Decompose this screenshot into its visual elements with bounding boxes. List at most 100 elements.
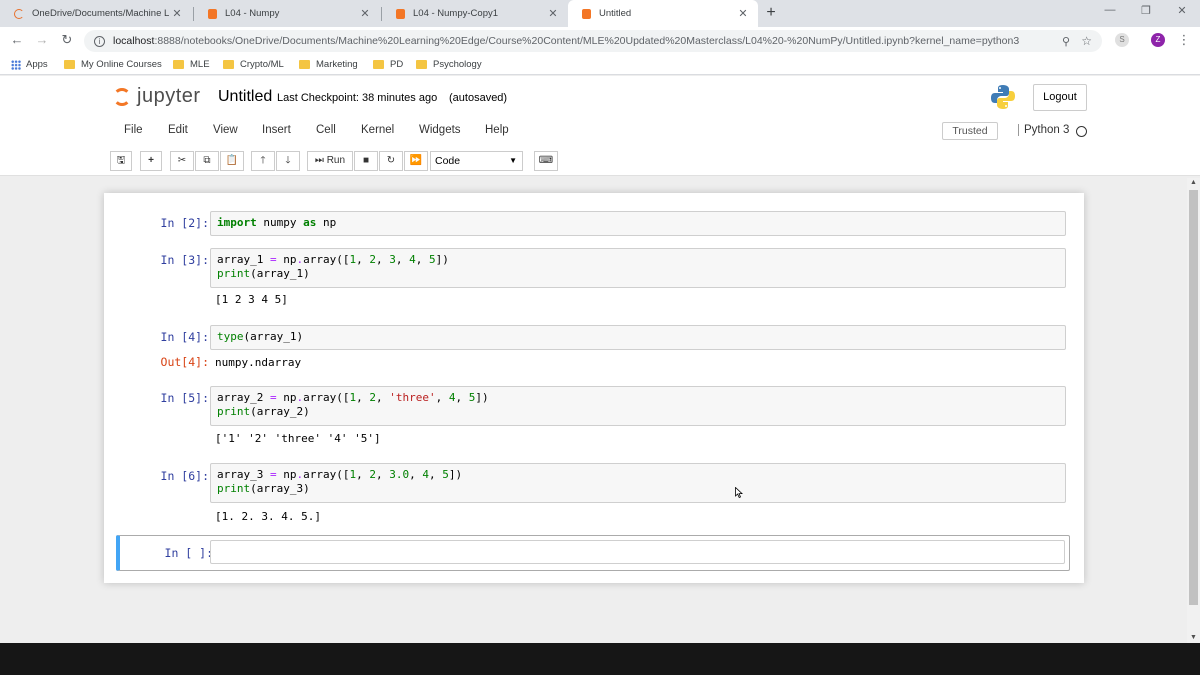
menu-cell[interactable]: Cell — [316, 124, 336, 136]
folder-icon — [173, 60, 184, 69]
folder-icon — [299, 60, 310, 69]
profile-avatar[interactable]: Z — [1151, 33, 1165, 47]
move-down-icon[interactable]: 🡓 — [276, 151, 300, 171]
scroll-down-icon[interactable]: ▼ — [1187, 633, 1200, 643]
checkpoint-status: Last Checkpoint: 38 minutes ago — [277, 92, 438, 104]
selected-code-cell[interactable]: In [ ]: — [116, 535, 1070, 571]
restore-icon[interactable]: ❐ — [1136, 4, 1156, 20]
forward-arrow-icon[interactable]: → — [34, 32, 50, 48]
interrupt-icon[interactable]: ■ — [354, 151, 378, 171]
cell-type-select[interactable]: Code ▼ — [430, 151, 523, 171]
paste-icon[interactable]: 📋 — [220, 151, 244, 171]
bookmark-marketing[interactable]: Marketing — [299, 59, 358, 70]
code-cell-input[interactable]: array_2 = np.array([1, 2, 'three', 4, 5]… — [210, 386, 1066, 426]
bookmark-pd[interactable]: PD — [373, 59, 403, 70]
bookmark-apps[interactable]: Apps — [11, 59, 48, 70]
kernel-name[interactable]: Python 3 — [1018, 124, 1069, 136]
cell-output: ['1' '2' 'three' '4' '5'] — [215, 432, 381, 445]
menu-view[interactable]: View — [213, 124, 238, 136]
menu-widgets[interactable]: Widgets — [419, 124, 461, 136]
minimize-icon[interactable]: — — [1100, 4, 1120, 20]
cell-out-prompt: Out[4]: — [160, 355, 209, 369]
cell-in-prompt: In [2]: — [160, 216, 209, 230]
scroll-thumb[interactable] — [1189, 190, 1198, 605]
tab-title: OneDrive/Documents/Machine L — [32, 8, 170, 19]
kernel-idle-indicator-icon — [1076, 126, 1087, 137]
bookmark-my-online-courses[interactable]: My Online Courses — [64, 59, 162, 70]
reload-icon[interactable]: ↻ — [59, 32, 75, 48]
bookmark-star-icon[interactable]: ☆ — [1081, 34, 1092, 48]
code-cell-input[interactable]: array_1 = np.array([1, 2, 3, 4, 5]) prin… — [210, 248, 1066, 288]
bookmark-mle[interactable]: MLE — [173, 59, 210, 70]
cell-in-prompt: In [3]: — [160, 253, 209, 267]
bookmark-crypto-ml[interactable]: Crypto/ML — [223, 59, 284, 70]
page-scrollbar[interactable]: ▲ ▼ — [1187, 178, 1200, 643]
browser-tab-l04-numpy[interactable]: L04 - Numpy ✕ — [194, 0, 380, 27]
move-up-icon[interactable]: 🡑 — [251, 151, 275, 171]
menu-kernel[interactable]: Kernel — [361, 124, 394, 136]
back-arrow-icon[interactable]: ← — [9, 32, 25, 48]
cell-output: numpy.ndarray — [215, 356, 302, 369]
bookmarks-bar: Apps My Online Courses MLE Crypto/ML Mar… — [0, 55, 1200, 75]
cell-type-value: Code — [435, 155, 461, 167]
tab-close-icon[interactable]: ✕ — [736, 7, 750, 20]
restart-icon[interactable]: ↻ — [379, 151, 403, 171]
autosave-status: (autosaved) — [449, 92, 508, 104]
tab-close-icon[interactable]: ✕ — [358, 7, 372, 20]
logout-button[interactable]: Logout — [1033, 84, 1087, 111]
cell-output: [1 2 3 4 5] — [215, 293, 288, 306]
menu-help[interactable]: Help — [485, 124, 509, 136]
address-bar[interactable]: i localhost:8888/notebooks/OneDrive/Docu… — [84, 30, 1102, 52]
cut-icon[interactable]: ✂ — [170, 151, 194, 171]
insert-cell-icon[interactable]: + — [140, 151, 162, 171]
new-tab-button[interactable]: + — [762, 3, 780, 23]
browser-toolbar: ← → ↻ i localhost:8888/notebooks/OneDriv… — [0, 27, 1200, 55]
jupyter-logo-text: jupyter — [137, 85, 201, 107]
tab-title: Untitled — [599, 8, 632, 19]
url-path: :8888/notebooks/OneDrive/Documents/Machi… — [154, 35, 1020, 47]
browser-tab-l04-numpy-copy1[interactable]: L04 - Numpy-Copy1 ✕ — [382, 0, 568, 27]
run-button[interactable]: ⏭ Run — [307, 151, 353, 171]
bookmark-label: Crypto/ML — [240, 59, 284, 70]
keyboard-icon[interactable]: ⌨ — [534, 151, 558, 171]
code-cell-input[interactable]: import numpy as np — [210, 211, 1066, 236]
zoom-icon[interactable]: ⚲ — [1062, 35, 1070, 48]
jupyter-favicon-icon — [14, 8, 24, 19]
bookmark-psychology[interactable]: Psychology — [416, 59, 482, 70]
info-icon[interactable]: i — [94, 35, 105, 47]
close-window-icon[interactable]: ✕ — [1172, 4, 1192, 20]
browser-tab-onedrive[interactable]: OneDrive/Documents/Machine L ✕ — [0, 0, 192, 27]
save-icon[interactable]: 🖫 — [110, 151, 132, 171]
python-logo-icon — [991, 85, 1015, 109]
scroll-up-icon[interactable]: ▲ — [1187, 178, 1200, 188]
tab-close-icon[interactable]: ✕ — [170, 7, 184, 20]
bookmark-label: PD — [390, 59, 404, 70]
folder-icon — [64, 60, 75, 69]
notebook-favicon-icon — [582, 8, 591, 19]
menu-file[interactable]: File — [124, 124, 143, 136]
code-cell-input[interactable]: array_3 = np.array([1, 2, 3.0, 4, 5]) pr… — [210, 463, 1066, 503]
browser-menu-icon[interactable]: ⋮ — [1176, 32, 1192, 48]
extension-icon[interactable]: S — [1115, 33, 1129, 47]
jupyter-logo[interactable]: jupyter — [113, 85, 201, 108]
browser-tab-untitled[interactable]: Untitled ✕ — [568, 0, 758, 27]
chevron-down-icon: ▼ — [509, 156, 517, 165]
restart-run-all-icon[interactable]: ⏩ — [404, 151, 428, 171]
menu-edit[interactable]: Edit — [168, 124, 188, 136]
browser-tab-strip: OneDrive/Documents/Machine L ✕ L04 - Num… — [0, 0, 1200, 27]
folder-icon — [223, 60, 234, 69]
notebook-title[interactable]: Untitled — [218, 88, 272, 106]
bookmark-label: Psychology — [433, 59, 482, 70]
menu-insert[interactable]: Insert — [262, 124, 291, 136]
code-cell-input[interactable]: type(array_1) — [210, 325, 1066, 350]
trusted-badge[interactable]: Trusted — [942, 122, 998, 140]
run-icon: ⏭ — [314, 155, 324, 166]
notebook-container: In [2]: import numpy as np In [3]: array… — [104, 193, 1084, 583]
bookmark-label: Apps — [26, 59, 48, 70]
code-cell-input[interactable] — [210, 540, 1065, 564]
tab-close-icon[interactable]: ✕ — [546, 7, 560, 20]
notebook-favicon-icon — [396, 8, 405, 19]
bookmark-label: MLE — [190, 59, 210, 70]
copy-icon[interactable]: ⧉ — [195, 151, 219, 171]
folder-icon — [373, 60, 384, 69]
